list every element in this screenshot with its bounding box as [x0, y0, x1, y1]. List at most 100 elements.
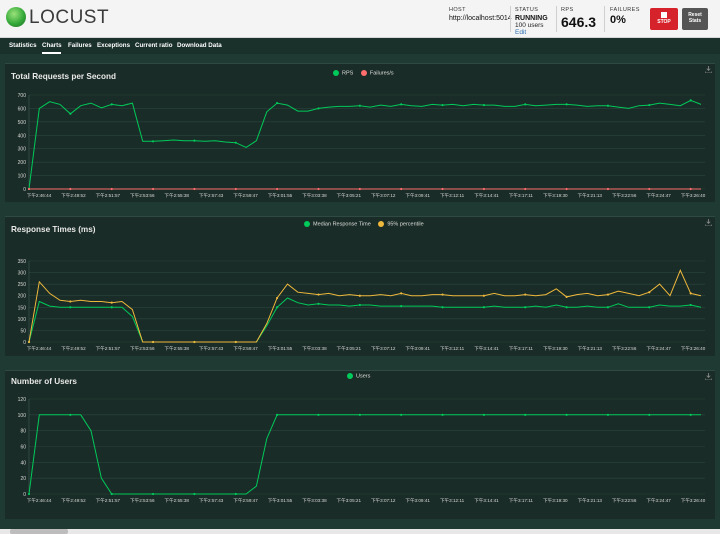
reset-button-label-line2: Stats [688, 18, 702, 24]
host-value: http://localhost:5014 [449, 15, 512, 22]
y-tick-label: 250 [18, 282, 27, 288]
data-point [317, 107, 320, 110]
reset-stats-button[interactable]: Reset Stats [682, 8, 708, 30]
data-point [565, 306, 568, 309]
y-tick-label: 700 [18, 93, 27, 99]
x-tick-label: 下午2:46:44 [27, 497, 52, 504]
tab-exceptions[interactable]: Exceptions [97, 42, 130, 49]
x-tick-label: 下午3:03:38 [302, 345, 327, 352]
y-tick-label: 50 [20, 328, 26, 334]
edit-link[interactable]: Edit [515, 29, 548, 36]
y-tick-label: 300 [18, 147, 27, 153]
x-tick-label: 下午3:03:38 [302, 497, 327, 504]
y-tick-label: 200 [18, 294, 27, 300]
series-line [28, 269, 702, 343]
data-point [524, 103, 527, 106]
x-tick-label: 下午3:03:38 [302, 192, 327, 199]
y-tick-label: 80 [20, 429, 26, 435]
data-point [606, 413, 610, 416]
data-point [110, 492, 113, 496]
x-tick-label: 下午3:19:30 [543, 497, 568, 504]
data-point [193, 340, 196, 344]
x-tick-label: 下午2:55:38 [164, 345, 189, 352]
y-tick-label: 20 [20, 476, 26, 482]
x-tick-label: 下午3:07:12 [371, 192, 396, 199]
data-point [524, 293, 527, 296]
x-tick-label: 下午3:01:55 [268, 192, 293, 199]
tab-statistics[interactable]: Statistics [9, 42, 37, 49]
data-point [648, 103, 651, 107]
data-point [648, 413, 651, 416]
x-tick-label: 下午2:53:56 [130, 497, 155, 504]
host-label: HOST [449, 7, 466, 13]
users-chart-panel: Number of Users Users 0 20 40 60 80 100 120 下午2… [5, 370, 715, 519]
scrollbar-thumb[interactable] [10, 529, 68, 534]
data-point [689, 99, 692, 102]
tab-current-ratio[interactable]: Current ratio [135, 42, 172, 49]
data-point [565, 187, 568, 191]
tab-download-data[interactable]: Download Data [177, 42, 222, 49]
tab-bar: Statistics Charts Failures Exceptions Cu… [0, 38, 720, 54]
data-point [482, 187, 485, 191]
data-point [606, 293, 610, 296]
data-point [524, 306, 527, 309]
x-tick-label: 下午3:01:55 [268, 497, 293, 504]
users-chart[interactable]: 020406080100120下午2:46:44 下午2:49:52 下午2:51:… [5, 371, 715, 519]
x-tick-label: 下午2:51:57 [96, 345, 121, 352]
data-point [482, 103, 485, 107]
data-point [151, 140, 155, 143]
data-point [234, 141, 237, 144]
x-tick-label: 下午2:57:43 [199, 192, 224, 199]
data-point [27, 492, 31, 496]
users-count: 100 users [515, 22, 544, 29]
data-point [193, 492, 196, 496]
x-tick-label: 下午3:22:56 [612, 497, 637, 504]
tab-charts[interactable]: Charts [42, 42, 62, 49]
horizontal-scrollbar[interactable] [0, 529, 720, 534]
data-point [69, 112, 72, 115]
y-tick-label: 120 [18, 397, 27, 403]
stop-button-label: STOP [657, 19, 671, 25]
x-tick-label: 下午3:17:11 [509, 192, 534, 199]
data-point [524, 187, 527, 191]
rps-chart[interactable]: 0100200300400500600700下午2:46:44 下午2:49:52… [5, 64, 715, 202]
data-point [565, 295, 568, 298]
y-tick-label: 60 [20, 445, 26, 451]
failures-value: 0% [610, 14, 626, 26]
data-point [482, 306, 485, 309]
y-tick-label: 200 [18, 160, 27, 166]
app-logo-text: LOCUST [29, 7, 110, 28]
data-point [110, 103, 113, 106]
x-tick-label: 下午3:09:41 [405, 497, 430, 504]
data-point [400, 187, 403, 191]
y-tick-label: 100 [18, 413, 27, 419]
y-tick-label: 100 [18, 174, 27, 180]
rps-chart-panel: Total Requests per Second RPS Failures/s… [5, 63, 715, 202]
tab-failures[interactable]: Failures [68, 42, 92, 49]
x-tick-label: 下午3:14:41 [474, 192, 499, 199]
stop-button[interactable]: STOP [650, 8, 678, 30]
x-tick-label: 下午3:19:30 [543, 345, 568, 352]
x-tick-label: 下午2:49:52 [61, 192, 86, 199]
x-tick-label: 下午3:07:12 [371, 345, 396, 352]
x-tick-label: 下午2:49:52 [61, 497, 86, 504]
x-tick-label: 下午3:21:13 [577, 497, 602, 504]
x-tick-label: 下午3:09:41 [405, 345, 430, 352]
x-tick-label: 下午3:05:21 [337, 497, 362, 504]
x-tick-label: 下午3:26:40 [681, 345, 706, 352]
data-point [151, 340, 155, 344]
x-tick-label: 下午2:57:43 [199, 345, 224, 352]
y-tick-label: 40 [20, 460, 26, 466]
response-times-chart[interactable]: 050100150200250300350下午2:46:44 下午2:49:52 下… [5, 217, 715, 356]
data-point [482, 413, 485, 416]
x-tick-label: 下午2:59:47 [233, 497, 258, 504]
y-tick-label: 600 [18, 106, 27, 112]
data-point [110, 306, 113, 309]
series-line [28, 297, 702, 343]
data-point [193, 139, 196, 142]
data-point [234, 492, 237, 496]
failures-stat: FAILURES 0% [610, 7, 640, 26]
x-tick-label: 下午3:21:13 [577, 345, 602, 352]
data-point [276, 187, 279, 191]
x-tick-label: 下午3:09:41 [405, 192, 430, 199]
